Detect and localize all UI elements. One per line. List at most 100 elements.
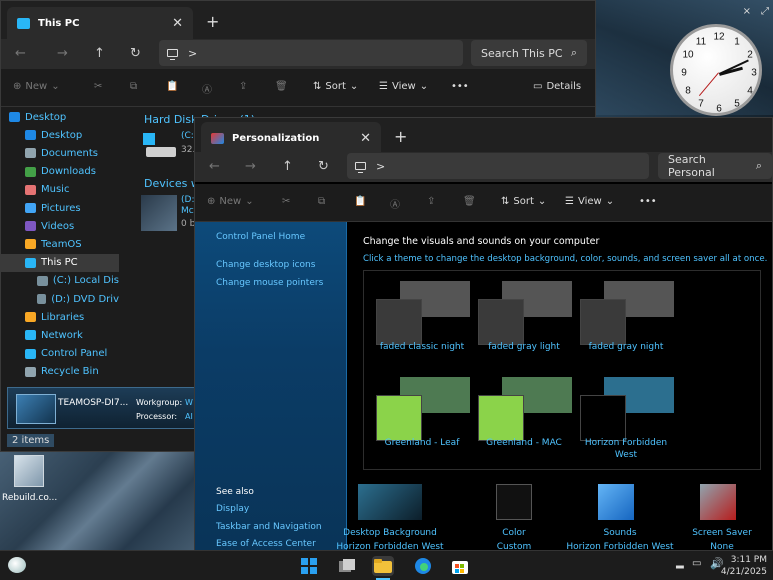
themes-gallery[interactable]: faded classic night faded gray light faded… <box>363 270 761 470</box>
chevron-down-icon: ⌄ <box>245 196 254 207</box>
start-button[interactable] <box>298 556 320 576</box>
sidebar-item[interactable]: Documents <box>1 144 119 162</box>
sidebar-item[interactable]: Desktop <box>1 126 119 144</box>
share-icon[interactable]: ⇪ <box>239 81 247 92</box>
setting-label: Color <box>502 528 526 538</box>
new-tab-icon[interactable]: + <box>394 127 407 146</box>
explorer-titlebar[interactable]: This PC ✕ + <box>1 1 595 39</box>
up-arrow-icon[interactable]: ↑ <box>282 159 293 174</box>
theme-tile[interactable]: faded gray light <box>474 281 574 371</box>
refresh-icon[interactable]: ↻ <box>318 159 329 174</box>
folder-icon <box>37 275 48 286</box>
sidebar-item[interactable]: Desktop <box>1 108 119 126</box>
link-control-panel-home[interactable]: Control Panel Home <box>216 232 305 242</box>
back-arrow-icon[interactable]: ← <box>209 159 220 174</box>
link-ease-of-access[interactable]: Ease of Access Center <box>216 539 316 549</box>
sidebar-item[interactable]: (D:) DVD Driv <box>1 290 119 308</box>
sidebar-item[interactable]: Network <box>1 326 119 344</box>
weather-icon[interactable] <box>8 557 26 573</box>
sidebar-item[interactable]: (C:) Local Dis <box>1 272 119 290</box>
share-icon[interactable]: ⇪ <box>427 196 435 207</box>
sidebar-item[interactable]: Control Panel <box>1 345 119 363</box>
delete-icon[interactable]: 🗑 <box>463 196 476 207</box>
sidebar-item[interactable]: Pictures <box>1 199 119 217</box>
sidebar-item[interactable]: Recycle Bin <box>1 363 119 381</box>
theme-tile[interactable]: faded gray night <box>576 281 676 371</box>
setting-desktop-background[interactable]: Desktop Background Horizon Forbidden West <box>335 484 445 554</box>
clock-gadget[interactable]: × ⤢ 12 1 2 3 4 5 6 7 8 9 10 11 <box>660 0 773 125</box>
more-options-icon[interactable]: ••• <box>451 81 469 92</box>
theme-tile[interactable]: Horizon Forbidden West <box>576 377 676 467</box>
theme-preview-color <box>478 395 524 441</box>
address-bar[interactable]: > <box>347 153 649 179</box>
sidebar-item[interactable]: Libraries <box>1 308 119 326</box>
tray-network-icon[interactable]: ▂ <box>676 558 684 569</box>
view-button[interactable]: ☰ View ⌄ <box>379 81 428 92</box>
folder-icon <box>25 348 36 359</box>
setting-sounds[interactable]: Sounds Horizon Forbidden West <box>565 484 675 554</box>
paste-icon[interactable]: 📋 <box>166 81 178 92</box>
gadget-expand-icon[interactable]: ⤢ <box>761 6 769 17</box>
setting-screen-saver[interactable]: Screen Saver None <box>667 484 773 554</box>
new-tab-icon[interactable]: + <box>206 12 219 31</box>
drive-c-item[interactable]: (C: 32. <box>141 131 197 169</box>
sidebar-item[interactable]: Downloads <box>1 163 119 181</box>
sidebar-list: Desktop Desktop Documents Downloads Music Pic… <box>1 108 119 388</box>
search-input[interactable]: Search This PC ⌕ <box>471 40 587 66</box>
link-change-mouse-pointers[interactable]: Change mouse pointers <box>216 278 323 288</box>
new-button[interactable]: ⊕ New ⌄ <box>13 81 60 92</box>
link-taskbar-navigation[interactable]: Taskbar and Navigation <box>216 522 322 532</box>
address-bar[interactable]: > <box>159 40 463 66</box>
store-icon[interactable] <box>449 556 471 576</box>
file-explorer-icon[interactable] <box>372 556 394 576</box>
cut-icon[interactable]: ✂ <box>282 196 290 207</box>
delete-icon[interactable]: 🗑 <box>275 81 288 92</box>
sidebar-item-label: Downloads <box>41 166 96 178</box>
rename-icon[interactable]: Ⓐ <box>202 81 212 96</box>
copy-icon[interactable]: ⧉ <box>318 196 325 207</box>
section-devices[interactable]: Devices w <box>144 177 200 190</box>
view-label: View <box>577 196 602 207</box>
search-input[interactable]: Search Personal ⌕ <box>658 153 772 179</box>
dvd-drive-item[interactable]: (D: Mc 0 b <box>141 195 197 235</box>
desktop-shortcut[interactable]: Rebuild.co... <box>2 455 60 510</box>
theme-tile[interactable]: faded classic night <box>372 281 472 371</box>
link-change-desktop-icons[interactable]: Change desktop icons <box>216 260 315 270</box>
sidebar-item[interactable]: This PC <box>1 253 119 272</box>
details-button[interactable]: ▭ Details <box>533 81 581 92</box>
paste-icon[interactable]: 📋 <box>354 196 366 207</box>
theme-tile[interactable]: Greenland - MAC <box>474 377 574 467</box>
theme-tile[interactable]: Greenland - Leaf <box>372 377 472 467</box>
personalization-titlebar[interactable]: Personalization ✕ + <box>195 118 772 154</box>
close-tab-icon[interactable]: ✕ <box>360 131 371 146</box>
tab-this-pc[interactable]: This PC ✕ <box>7 7 193 39</box>
refresh-icon[interactable]: ↻ <box>130 46 141 61</box>
personalization-window[interactable]: Personalization ✕ + ← → ↑ ↻ > Search Per… <box>194 117 773 554</box>
link-display[interactable]: Display <box>216 504 249 514</box>
sidebar-item[interactable]: TeamOS <box>1 235 119 253</box>
close-tab-icon[interactable]: ✕ <box>172 16 183 31</box>
up-arrow-icon[interactable]: ↑ <box>94 46 105 61</box>
rename-icon[interactable]: Ⓐ <box>390 196 400 211</box>
gadget-close-icon[interactable]: × <box>743 6 751 17</box>
cut-icon[interactable]: ✂ <box>94 81 102 92</box>
edge-browser-icon[interactable] <box>412 556 434 576</box>
forward-arrow-icon[interactable]: → <box>57 46 68 61</box>
view-button[interactable]: ☰ View ⌄ <box>565 196 614 207</box>
setting-color[interactable]: Color Custom <box>459 484 569 554</box>
sort-button[interactable]: ⇅ Sort ⌄ <box>313 81 358 92</box>
tab-personalization[interactable]: Personalization ✕ <box>201 122 381 154</box>
new-button[interactable]: ⊕ New ⌄ <box>207 196 254 207</box>
forward-arrow-icon[interactable]: → <box>245 159 256 174</box>
clock-number: 6 <box>716 103 722 115</box>
sidebar-item-label: Desktop <box>41 129 83 141</box>
more-options-icon[interactable]: ••• <box>639 196 657 207</box>
tray-display-icon[interactable]: ▭ <box>692 558 701 569</box>
copy-icon[interactable]: ⧉ <box>130 81 137 92</box>
sidebar-item[interactable]: Music <box>1 181 119 199</box>
sidebar-item[interactable]: Videos <box>1 217 119 235</box>
sort-button[interactable]: ⇅ Sort ⌄ <box>501 196 546 207</box>
system-clock[interactable]: 3:11 PM 4/21/2025 <box>721 554 767 578</box>
back-arrow-icon[interactable]: ← <box>15 46 26 61</box>
task-view-icon[interactable] <box>336 556 358 576</box>
